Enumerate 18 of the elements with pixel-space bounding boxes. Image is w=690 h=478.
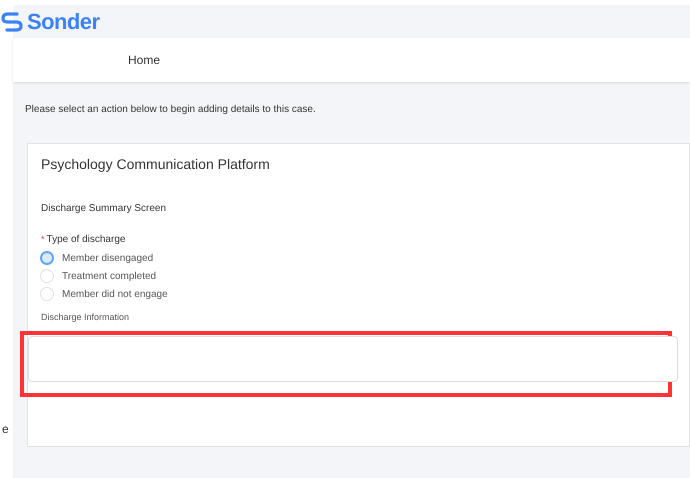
radio-option[interactable]: Member did not engage bbox=[40, 285, 689, 303]
logo-icon bbox=[0, 10, 24, 34]
section-title: Discharge Summary Screen bbox=[41, 202, 168, 216]
radio-button[interactable] bbox=[40, 251, 54, 265]
logo-text: Sonder bbox=[27, 8, 100, 36]
nav-link[interactable]: Home bbox=[128, 51, 160, 69]
required-mark: * bbox=[41, 232, 45, 246]
radio-label: Treatment completed bbox=[62, 270, 156, 284]
field-label: Type of discharge bbox=[46, 233, 126, 247]
intro-text: Please select an action below to begin adding details to this case. bbox=[25, 103, 317, 117]
radio-option[interactable]: Treatment completed bbox=[40, 267, 689, 285]
card-title: Psychology Communication Platform bbox=[41, 155, 271, 174]
radio-option[interactable]: Member disengaged bbox=[40, 249, 689, 267]
field-label: Discharge Information bbox=[41, 311, 130, 324]
cut-text: e bbox=[1, 421, 10, 438]
radio-label: Member did not engage bbox=[62, 288, 168, 302]
radio-label: Member disengaged bbox=[62, 252, 154, 266]
discharge-info-field[interactable] bbox=[28, 336, 678, 382]
